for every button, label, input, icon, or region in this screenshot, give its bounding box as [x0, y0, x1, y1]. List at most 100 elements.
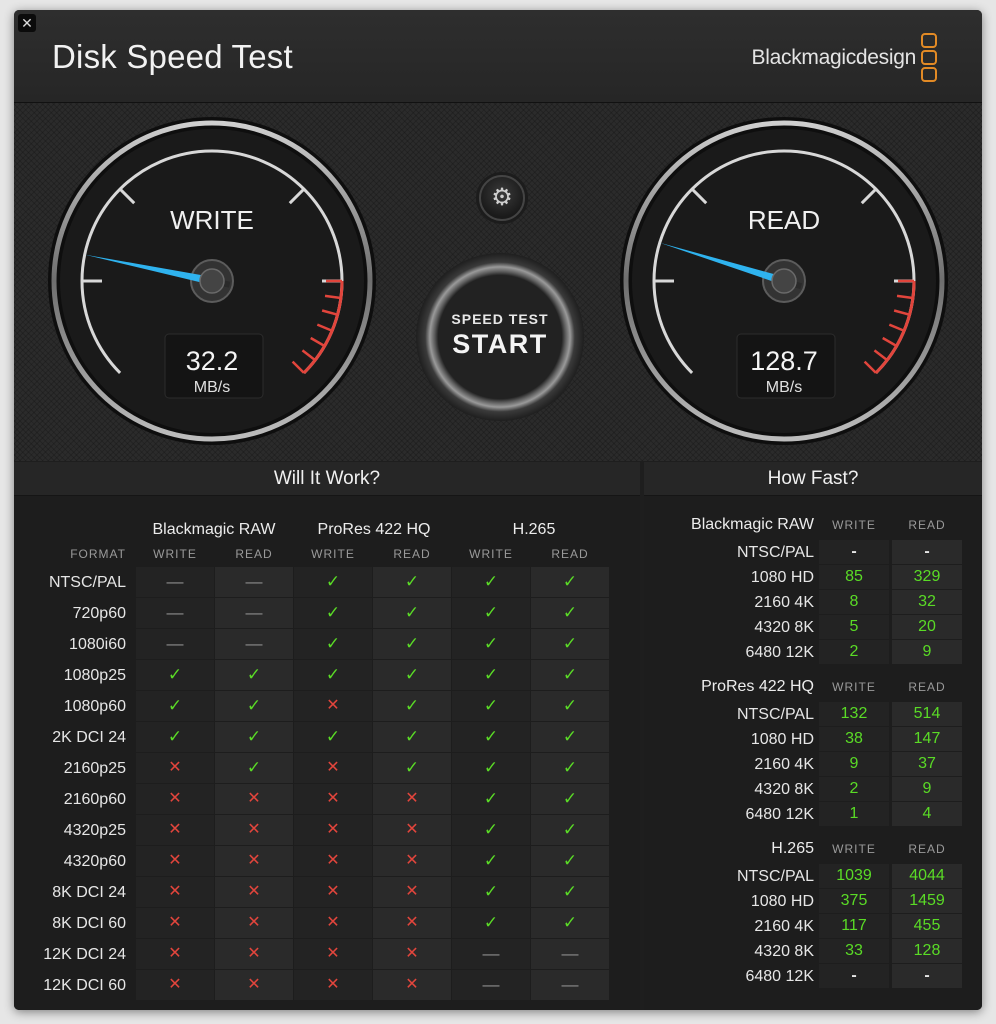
status-ok-icon: ✓: [531, 629, 609, 659]
table-row: NTSC/PAL 1039 4044: [644, 864, 982, 889]
write-fps-value: 9: [819, 752, 889, 776]
status-ok-icon: ✓: [531, 846, 609, 876]
format-label: 12K DCI 24: [43, 946, 126, 963]
format-label: 4320p60: [63, 853, 126, 870]
read-fps-value: 147: [892, 727, 962, 751]
format-label: 4320 8K: [754, 619, 814, 636]
write-fps-value: 375: [819, 889, 889, 913]
format-label: 1080p25: [63, 667, 126, 684]
status-ok-icon: ✓: [531, 753, 609, 783]
status-bad-icon: ✕: [373, 784, 451, 814]
write-fps-value: 1: [819, 802, 889, 826]
how-fast-title: How Fast?: [644, 462, 982, 496]
status-bad-icon: ✕: [136, 815, 214, 845]
status-ok-icon: ✓: [452, 660, 530, 690]
table-row: 4320 8K 33 128: [644, 939, 982, 964]
gauge-hub-cap: [199, 268, 225, 294]
start-button-label: START: [452, 329, 548, 359]
status-bad-icon: ✕: [294, 908, 372, 938]
status-bad-icon: ✕: [215, 846, 293, 876]
status-ok-icon: ✓: [531, 908, 609, 938]
gauge-hub-cap: [771, 268, 797, 294]
settings-button[interactable]: ⚙: [479, 175, 525, 221]
table-row: 6480 12K - -: [644, 964, 982, 989]
status-ok-icon: ✓: [531, 815, 609, 845]
format-label: 1080 HD: [750, 731, 814, 748]
status-ok-icon: ✓: [452, 877, 530, 907]
table-row: 4320p25 ✕ ✕ ✕ ✕ ✓ ✓: [14, 815, 640, 846]
table-row: 1080 HD 38 147: [644, 727, 982, 752]
table-row: NTSC/PAL 132 514: [644, 702, 982, 727]
write-column-header: WRITE: [832, 518, 876, 532]
format-label: 6480 12K: [745, 806, 814, 823]
gauge-area: WRITE 32.2 MB/s READ 128.7 MB/s ⚙ SPEED TEST…: [14, 103, 982, 461]
codec-header: ProRes 422 HQ: [317, 521, 431, 538]
status-bad-icon: ✕: [215, 815, 293, 845]
read-fps-value: 9: [892, 777, 962, 801]
gauge-dial: WRITE 32.2 MB/s: [48, 117, 376, 445]
close-icon[interactable]: ✕: [18, 14, 36, 32]
gauge-value: 128.7: [750, 346, 818, 376]
format-label: NTSC/PAL: [736, 706, 814, 723]
format-label: 1080 HD: [750, 569, 814, 586]
column-subheader: READ: [551, 547, 589, 561]
status-bad-icon: ✕: [136, 908, 214, 938]
write-fps-value: 2: [819, 777, 889, 801]
status-ok-icon: ✓: [373, 753, 451, 783]
table-row: 1080 HD 375 1459: [644, 889, 982, 914]
status-ok-icon: ✓: [294, 660, 372, 690]
status-na-icon: —: [452, 939, 530, 969]
format-label: 2160 4K: [754, 594, 814, 611]
format-label: 1080p60: [63, 698, 126, 715]
status-ok-icon: ✓: [294, 598, 372, 628]
status-bad-icon: ✕: [294, 970, 372, 1000]
read-fps-value: 1459: [892, 889, 962, 913]
status-bad-icon: ✕: [294, 877, 372, 907]
column-subheader: READ: [235, 547, 273, 561]
gauge-unit: MB/s: [766, 379, 802, 396]
status-ok-icon: ✓: [373, 629, 451, 659]
read-fps-value: 32: [892, 590, 962, 614]
table-row: 1080i60— — ✓ ✓ ✓ ✓: [14, 629, 640, 660]
read-fps-value: -: [892, 540, 962, 564]
read-fps-value: 455: [892, 914, 962, 938]
format-label: 1080i60: [69, 636, 126, 653]
gauge-label: WRITE: [170, 205, 254, 235]
status-bad-icon: ✕: [136, 970, 214, 1000]
write-fps-value: 1039: [819, 864, 889, 888]
status-bad-icon: ✕: [294, 784, 372, 814]
status-bad-icon: ✕: [373, 939, 451, 969]
status-ok-icon: ✓: [215, 753, 293, 783]
write-fps-value: 117: [819, 914, 889, 938]
status-ok-icon: ✓: [531, 722, 609, 752]
write-fps-value: 8: [819, 590, 889, 614]
table-row: 4320 8K 2 9: [644, 777, 982, 802]
table-row: 1080p25 ✓ ✓ ✓ ✓ ✓ ✓: [14, 660, 640, 691]
status-ok-icon: ✓: [136, 660, 214, 690]
status-ok-icon: ✓: [373, 598, 451, 628]
column-subheader: WRITE: [311, 547, 355, 561]
format-label: 4320 8K: [754, 781, 814, 798]
write-fps-value: 85: [819, 565, 889, 589]
format-label: NTSC/PAL: [48, 574, 126, 591]
gauge-unit: MB/s: [194, 379, 230, 396]
format-label: 2K DCI 24: [52, 729, 126, 746]
table-row: 2160 4K 117 455: [644, 914, 982, 939]
speed-test-start-button[interactable]: SPEED TEST START: [416, 253, 584, 421]
status-na-icon: —: [136, 567, 214, 597]
format-label: 8K DCI 60: [52, 915, 126, 932]
status-ok-icon: ✓: [531, 877, 609, 907]
status-bad-icon: ✕: [373, 970, 451, 1000]
status-ok-icon: ✓: [452, 753, 530, 783]
table-row: NTSC/PAL — — ✓ ✓ ✓ ✓: [14, 567, 640, 598]
format-label: 2160p60: [63, 791, 126, 808]
write-column-header: WRITE: [832, 680, 876, 694]
table-row: 6480 12K 2 9: [644, 640, 982, 665]
status-ok-icon: ✓: [215, 722, 293, 752]
column-subheader: WRITE: [469, 547, 513, 561]
write-fps-value: 132: [819, 702, 889, 726]
status-bad-icon: ✕: [294, 846, 372, 876]
will-it-work-title: Will It Work?: [14, 462, 640, 496]
status-ok-icon: ✓: [531, 691, 609, 721]
format-label: 4320p25: [63, 822, 126, 839]
